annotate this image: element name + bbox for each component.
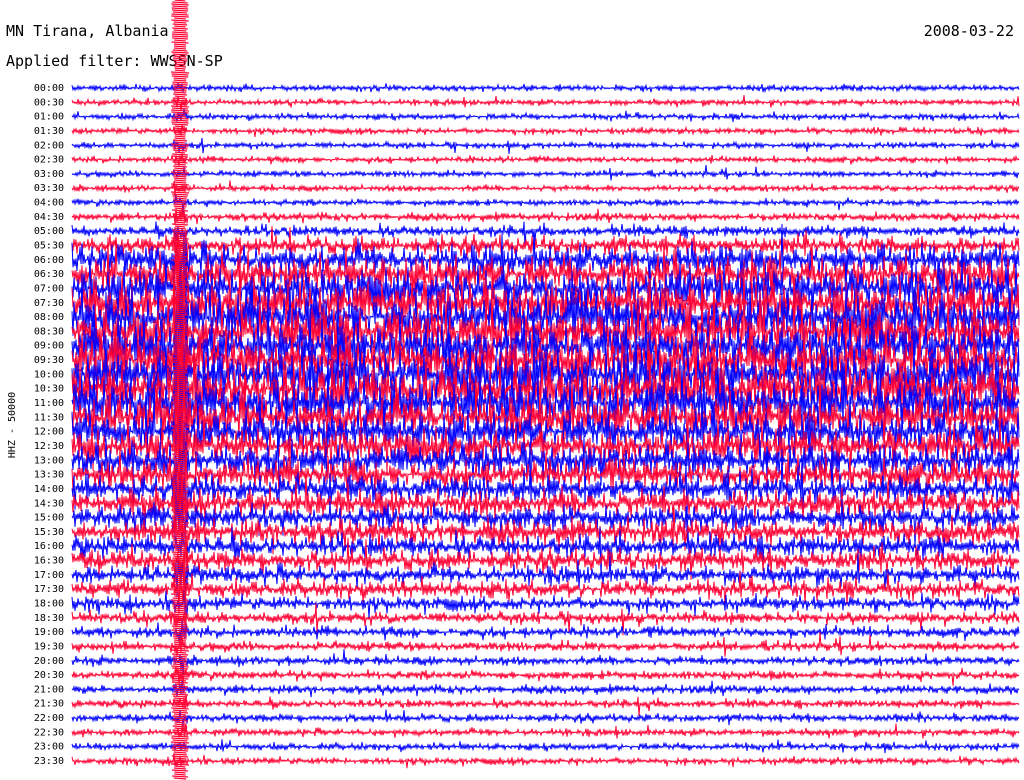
trace-row: [71, 153, 1020, 166]
trace-row: [71, 753, 1020, 769]
row-time-label: 15:30: [34, 527, 64, 538]
trace-row: [71, 194, 1020, 213]
trace-row: [71, 208, 1020, 225]
row-time-label: 06:30: [34, 269, 64, 280]
helicorder-plot: 00:00 00:30 01:00 01:30 02:00 02:30 03:00 03:30…: [7, 0, 1020, 780]
trace-row: [71, 137, 1020, 155]
trace-row: [71, 694, 1020, 717]
trace-row: [71, 95, 1020, 111]
row-time-label: 11:30: [34, 412, 64, 423]
row-time-label: 17:00: [34, 570, 64, 581]
trace-row: [71, 108, 1020, 123]
row-time-label: 14:00: [34, 484, 64, 495]
row-time-label: 23:00: [34, 742, 64, 753]
row-time-label: 03:00: [34, 169, 64, 180]
row-time-label: 04:00: [34, 198, 64, 209]
row-time-label: 08:30: [34, 326, 64, 337]
row-time-label: 09:30: [34, 355, 64, 366]
row-time-label: 07:00: [34, 283, 64, 294]
row-time-label: 22:30: [34, 727, 64, 738]
row-time-label: 12:30: [34, 441, 64, 452]
trace-row: [71, 679, 1020, 698]
trace-row: [71, 619, 1020, 642]
row-time-label: 11:00: [34, 398, 64, 409]
y-axis-label: HHZ - 50000: [7, 392, 18, 458]
row-time-label: 20:30: [34, 670, 64, 681]
row-time-label: 21:30: [34, 699, 64, 710]
trace-row: [71, 124, 1020, 137]
row-time-label: 04:30: [34, 212, 64, 223]
row-time-label: 00:30: [34, 97, 64, 108]
row-time-label: 01:30: [34, 126, 64, 137]
row-time-label: 18:00: [34, 598, 64, 609]
row-time-label: 02:00: [34, 140, 64, 151]
row-time-label: 13:30: [34, 470, 64, 481]
row-time-label: 10:00: [34, 369, 64, 380]
traces: [71, 0, 1020, 780]
row-time-label: 05:00: [34, 226, 64, 237]
row-time-label: 10:30: [34, 384, 64, 395]
row-time-label: 06:00: [34, 255, 64, 266]
row-time-label: 00:00: [34, 83, 64, 94]
row-time-label: 17:30: [34, 584, 64, 595]
row-time-label: 01:00: [34, 112, 64, 123]
trace-row: [71, 164, 1020, 181]
row-time-label: 16:00: [34, 541, 64, 552]
row-time-label: 13:00: [34, 455, 64, 466]
row-time-label: 12:00: [34, 427, 64, 438]
trace-row: [71, 82, 1020, 94]
trace-row: [71, 666, 1020, 686]
trace-row: [71, 723, 1020, 739]
row-time-label: 22:00: [34, 713, 64, 724]
trace-row: [71, 648, 1020, 675]
trace-row: [71, 180, 1020, 196]
row-time-label: 05:30: [34, 241, 64, 252]
row-time-label: 02:30: [34, 155, 64, 166]
row-labels: 00:00 00:30 01:00 01:30 02:00 02:30 03:00 03:30…: [34, 83, 64, 767]
row-time-label: 09:00: [34, 341, 64, 352]
row-time-label: 23:30: [34, 756, 64, 767]
row-time-label: 14:30: [34, 498, 64, 509]
trace-row: [71, 739, 1020, 754]
row-time-label: 19:00: [34, 627, 64, 638]
row-time-label: 07:30: [34, 298, 64, 309]
row-time-label: 08:00: [34, 312, 64, 323]
row-time-label: 03:30: [34, 183, 64, 194]
trace-row: [71, 709, 1020, 726]
row-time-label: 21:00: [34, 684, 64, 695]
row-time-label: 15:00: [34, 513, 64, 524]
row-time-label: 16:30: [34, 556, 64, 567]
row-time-label: 18:30: [34, 613, 64, 624]
row-time-label: 19:30: [34, 641, 64, 652]
row-time-label: 20:00: [34, 656, 64, 667]
